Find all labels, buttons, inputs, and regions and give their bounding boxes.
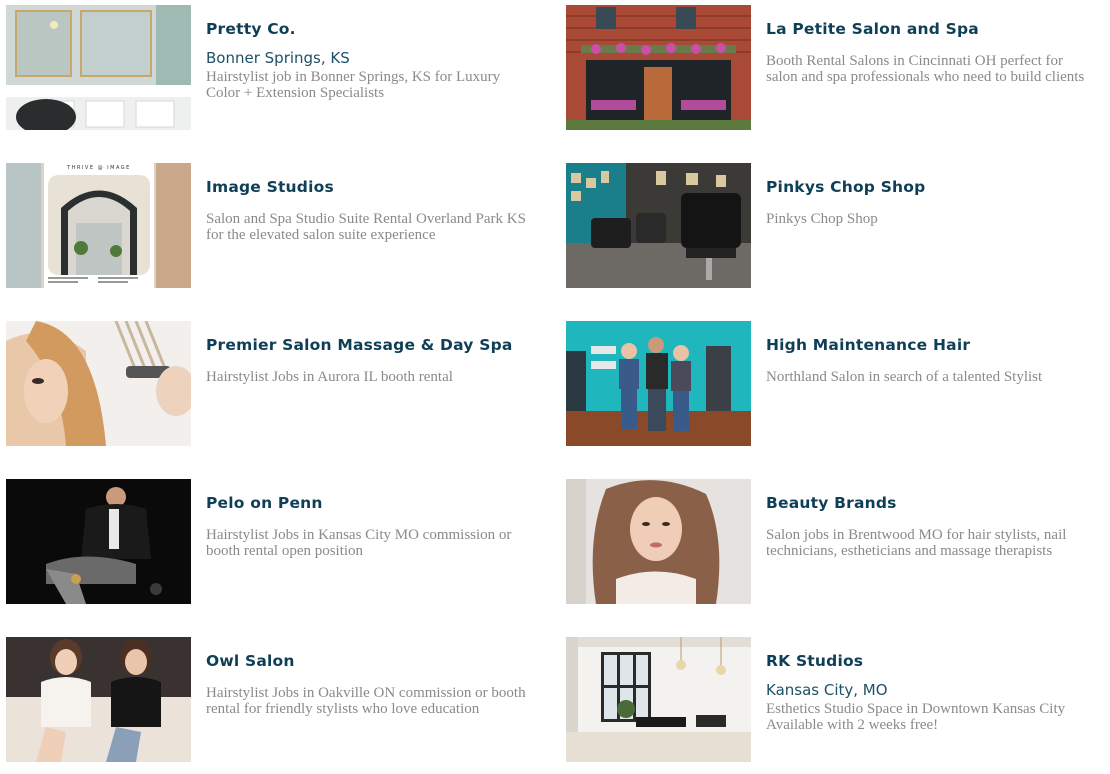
listing-card[interactable]: Pretty Co. Bonner Springs, KS Hairstylis… [0,5,548,131]
listing-description: Hairstylist Jobs in Aurora IL booth rent… [206,369,453,385]
listing-title[interactable]: RK Studios [766,651,1096,671]
listing-title[interactable]: Owl Salon [206,651,536,671]
listing-info: Pinkys Chop Shop Pinkys Chop Shop [766,177,1096,227]
stylist-portrait-image[interactable] [6,479,191,604]
listing-card[interactable]: Owl Salon Hairstylist Jobs in Oakville O… [0,637,548,763]
listing-description: Pinkys Chop Shop [766,211,878,227]
studio-space-image[interactable] [566,637,751,762]
listing-description: Salon and Spa Studio Suite Rental Overla… [206,211,526,243]
listing-description: Northland Salon in search of a talented … [766,369,1043,385]
listing-description: Booth Rental Salons in Cincinnati OH per… [766,53,1085,85]
listing-info: La Petite Salon and Spa Booth Rental Sal… [766,19,1096,85]
listing-grid: Pretty Co. Bonner Springs, KS Hairstylis… [0,0,1110,774]
listing-info: Beauty Brands Salon jobs in Brentwood MO… [766,493,1096,559]
listing-card[interactable]: RK Studios Kansas City, MO Esthetics Stu… [560,637,1108,763]
studio-suite-flyer-image[interactable]: THRIVE @ IMAGE [6,163,191,288]
listing-title[interactable]: La Petite Salon and Spa [766,19,1096,39]
listing-card[interactable]: Premier Salon Massage & Day Spa Hairstyl… [0,321,548,447]
listing-info: Pretty Co. Bonner Springs, KS Hairstylis… [206,19,536,101]
listing-info: Owl Salon Hairstylist Jobs in Oakville O… [206,651,536,717]
listing-info: Pelo on Penn Hairstylist Jobs in Kansas … [206,493,536,559]
flyer-text: THRIVE @ IMAGE [66,165,131,171]
listing-card[interactable]: La Petite Salon and Spa Booth Rental Sal… [560,5,1108,131]
listing-title[interactable]: Pinkys Chop Shop [766,177,1096,197]
barber-shop-image[interactable] [566,163,751,288]
listing-title[interactable]: Pelo on Penn [206,493,536,513]
listing-description: Salon jobs in Brentwood MO for hair styl… [766,527,1067,559]
listing-card[interactable]: THRIVE @ IMAGE Image Studios Salon and S… [0,163,548,289]
listing-card[interactable]: Beauty Brands Salon jobs in Brentwood MO… [560,479,1108,605]
listing-title[interactable]: Image Studios [206,177,536,197]
listing-info: RK Studios Kansas City, MO Esthetics Stu… [766,651,1096,733]
listing-title[interactable]: Premier Salon Massage & Day Spa [206,335,536,355]
listing-title[interactable]: High Maintenance Hair [766,335,1096,355]
listing-card[interactable]: Pinkys Chop Shop Pinkys Chop Shop [560,163,1108,289]
model-portrait-image[interactable] [566,479,751,604]
listing-info: Premier Salon Massage & Day Spa Hairstyl… [206,335,536,385]
listing-title[interactable]: Beauty Brands [766,493,1096,513]
listing-info: High Maintenance Hair Northland Salon in… [766,335,1096,385]
listing-card[interactable]: High Maintenance Hair Northland Salon in… [560,321,1108,447]
listing-location: Kansas City, MO [766,681,888,699]
listing-description: Hairstylist job in Bonner Springs, KS fo… [206,69,501,101]
listing-description: Hairstylist Jobs in Kansas City MO commi… [206,527,512,559]
listing-location: Bonner Springs, KS [206,49,350,67]
salon-team-image[interactable] [566,321,751,446]
listing-card[interactable]: Pelo on Penn Hairstylist Jobs in Kansas … [0,479,548,605]
salon-interior-image[interactable] [6,5,191,130]
listing-description: Hairstylist Jobs in Oakville ON commissi… [206,685,526,717]
listing-title[interactable]: Pretty Co. [206,19,536,39]
salon-storefront-image[interactable] [566,5,751,130]
two-stylists-image[interactable] [6,637,191,762]
listing-info: Image Studios Salon and Spa Studio Suite… [206,177,536,243]
listing-description: Esthetics Studio Space in Downtown Kansa… [766,701,1066,733]
hair-styling-image[interactable] [6,321,191,446]
